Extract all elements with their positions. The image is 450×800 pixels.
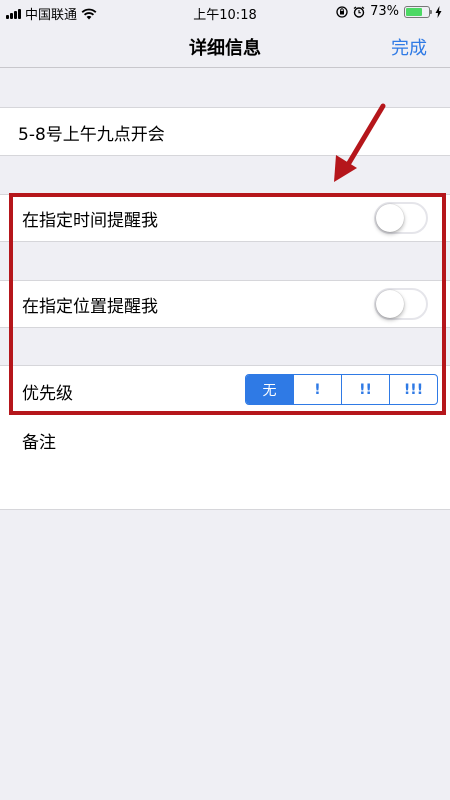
priority-option-low[interactable]: ! xyxy=(293,375,341,404)
toggle-knob xyxy=(376,290,404,318)
priority-label: 优先级 xyxy=(22,384,73,404)
charging-icon xyxy=(435,5,442,18)
priority-option-high[interactable]: !!! xyxy=(389,375,437,404)
page-title: 详细信息 xyxy=(189,38,261,59)
status-bar: 中国联通 上午10:18 73% xyxy=(0,0,450,24)
priority-option-medium[interactable]: !! xyxy=(341,375,389,404)
rotation-lock-icon xyxy=(336,5,348,18)
battery-percent: 73% xyxy=(370,4,399,19)
remind-location-label: 在指定位置提醒我 xyxy=(22,297,158,317)
annotation-arrow-icon xyxy=(334,103,386,182)
toggle-knob xyxy=(376,204,404,232)
battery-fill xyxy=(406,7,423,16)
notes-label: 备注 xyxy=(22,433,56,453)
remind-location-toggle[interactable] xyxy=(374,288,428,320)
remind-time-cell: 在指定时间提醒我 xyxy=(0,194,450,242)
done-button[interactable]: 完成 xyxy=(391,34,427,60)
nav-bar: 详细信息 完成 xyxy=(0,24,450,68)
battery-icon xyxy=(404,5,432,18)
remind-location-cell: 在指定位置提醒我 xyxy=(0,280,450,328)
notes-field[interactable] xyxy=(22,456,438,504)
reminder-title: 5-8号上午九点开会 xyxy=(18,125,165,145)
status-bar-right: 73% xyxy=(336,4,442,19)
alarm-icon xyxy=(353,5,365,18)
priority-segmented-control[interactable]: 无 ! !! !!! xyxy=(245,374,438,405)
priority-option-none[interactable]: 无 xyxy=(246,375,293,404)
remind-time-toggle[interactable] xyxy=(374,202,428,234)
remind-time-label: 在指定时间提醒我 xyxy=(22,211,158,231)
priority-notes-group: 优先级 无 ! !! !!! 备注 xyxy=(0,365,450,510)
